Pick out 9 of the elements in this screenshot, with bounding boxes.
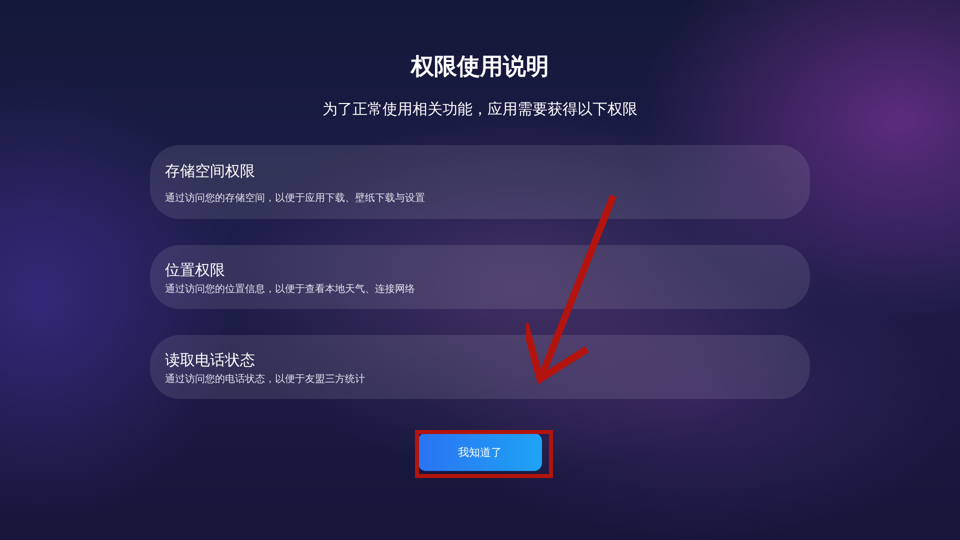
subtitle: 为了正常使用相关功能，应用需要获得以下权限 <box>322 99 638 120</box>
permission-name: 存储空间权限 <box>165 161 255 181</box>
confirm-button[interactable]: 我知道了 <box>418 433 542 471</box>
permission-description: 通过访问您的电话状态，以便于友盟三方统计 <box>165 373 365 386</box>
permission-name: 位置权限 <box>165 260 225 280</box>
permission-description: 通过访问您的存储空间，以便于应用下载、壁纸下载与设置 <box>165 192 425 205</box>
permission-name: 读取电话状态 <box>165 350 255 370</box>
page-title: 权限使用说明 <box>411 53 549 82</box>
permission-description: 通过访问您的位置信息，以便于查看本地天气、连接网络 <box>165 283 415 296</box>
